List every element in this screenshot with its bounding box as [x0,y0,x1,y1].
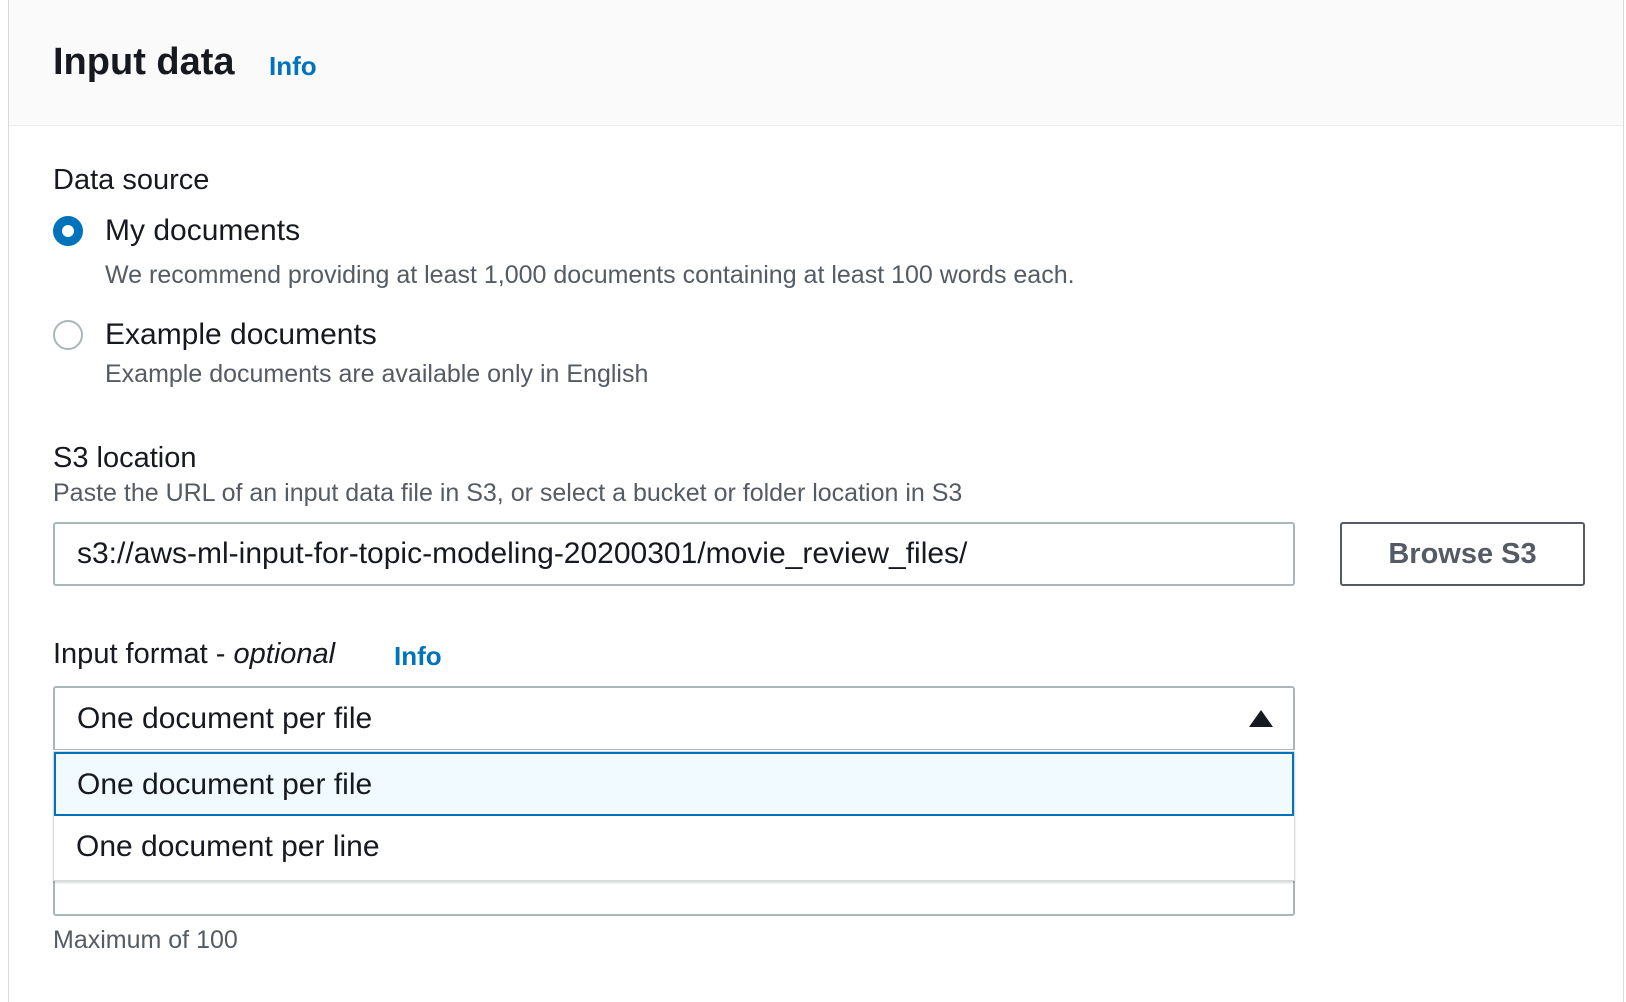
example-documents-label[interactable]: Example documents [105,316,377,354]
example-documents-description: Example documents are available only in … [105,360,649,388]
input-format-dropdown: One document per file One document per l… [53,751,1295,881]
input-data-panel: Input data Info Data source My documents… [8,0,1624,1002]
input-format-info-link[interactable]: Info [394,640,442,672]
input-format-selected-value: One document per file [77,702,373,735]
example-documents-radio[interactable] [53,320,83,350]
input-format-label: Input format - optional [53,636,335,672]
panel-header: Input data Info [9,0,1623,126]
my-documents-label[interactable]: My documents [105,212,300,250]
data-source-label: Data source [53,164,210,196]
caret-up-icon [1249,710,1273,727]
input-format-label-text: Input format - [53,638,234,670]
input-format-select[interactable]: One document per file [53,686,1295,750]
s3-location-description: Paste the URL of an input data file in S… [53,479,963,507]
page-title: Input data [53,41,235,83]
option-one-document-per-file[interactable]: One document per file [54,752,1294,816]
option-one-document-per-line[interactable]: One document per line [54,816,1294,880]
my-documents-radio[interactable] [53,216,83,246]
optional-marker: optional [233,638,336,670]
header-info-link[interactable]: Info [269,50,317,82]
s3-location-input[interactable]: s3://aws-ml-input-for-topic-modeling-202… [53,522,1295,586]
topics-constraint-text: Maximum of 100 [53,926,238,954]
browse-s3-button[interactable]: Browse S3 [1340,522,1585,586]
s3-location-label: S3 location [53,442,197,474]
my-documents-description: We recommend providing at least 1,000 do… [105,261,1075,289]
